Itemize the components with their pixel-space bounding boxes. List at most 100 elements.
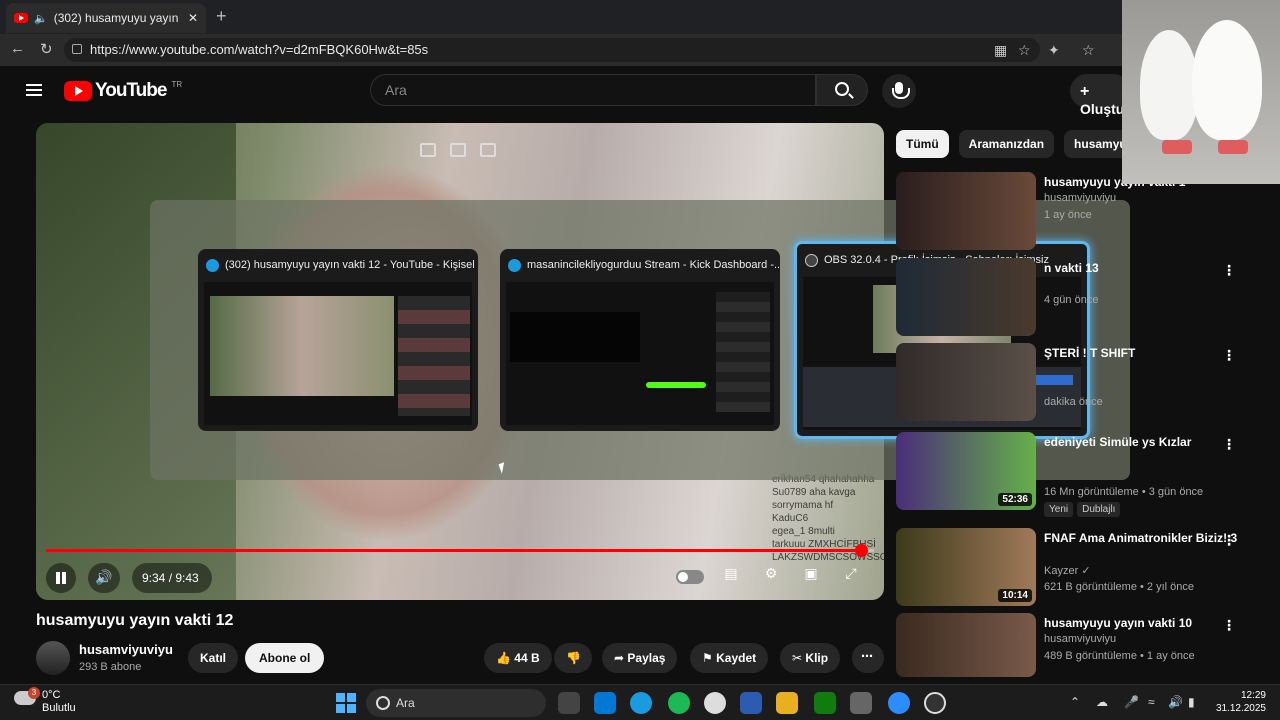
switcher-window-youtube[interactable]: (302) husamyuyu yayın vakti 12 - YouTube… [198, 249, 478, 431]
create-button[interactable]: + Oluştur [1070, 74, 1130, 117]
pause-button[interactable] [46, 563, 76, 593]
recommendation-item[interactable]: n vakti 13 4 gün önce ⋮ [896, 258, 1266, 338]
recommendation-item[interactable]: 52:36 edeniyeti Simüle ys Kızlar 16 Mn g… [896, 432, 1266, 518]
rec-title[interactable]: edeniyeti Simüle ys Kızlar [1044, 434, 1238, 450]
edge-icon[interactable] [630, 692, 652, 714]
favorite-star-icon[interactable]: ☆ [1018, 42, 1031, 59]
more-options-icon[interactable]: ⋮ [1222, 532, 1236, 549]
wifi-icon[interactable]: ≈ [1148, 695, 1155, 709]
recommendation-item[interactable]: husamyuyu yayın vakti 1 husamviyuviyu 1 … [896, 172, 1266, 252]
like-button[interactable]: 👍 44 B [484, 643, 552, 673]
search-button[interactable] [816, 74, 868, 106]
progress-bar[interactable] [46, 544, 874, 557]
more-options-icon[interactable]: ⋮ [1222, 436, 1236, 453]
store-icon[interactable] [594, 692, 616, 714]
filter-chips: Tümü Aramanızdan husamyuyu [896, 130, 1151, 158]
system-clock[interactable]: 12:29 31.12.2025 [1210, 689, 1266, 715]
join-button[interactable]: Katıl [188, 643, 239, 673]
search-input[interactable]: Ara [370, 74, 816, 106]
menu-icon[interactable] [26, 84, 42, 96]
dislike-button[interactable]: 👎 [554, 643, 592, 673]
obs-icon[interactable] [924, 692, 946, 714]
new-badge: Yeni [1044, 502, 1074, 517]
clip-button[interactable]: ✂ Klip [780, 643, 841, 673]
logo-text: YouTube [95, 80, 167, 101]
more-options-icon[interactable]: ⋮ [1222, 347, 1236, 364]
zoom-icon[interactable] [888, 692, 910, 714]
more-actions-button[interactable]: ⋯ [852, 643, 884, 673]
task-view-icon[interactable] [558, 692, 580, 714]
switcher-window-kick[interactable]: masanincilekliyogurduu Stream - Kick Das… [500, 249, 780, 431]
save-button[interactable]: ⚑ Kaydet [690, 643, 769, 673]
rec-title[interactable]: ŞTERİ ! T SHIFT [1044, 345, 1238, 361]
volume-icon[interactable]: 🔊 [1168, 695, 1183, 709]
camera-icon[interactable] [850, 692, 872, 714]
speaker-icon[interactable]: 🔈 [34, 12, 48, 25]
browser-tab[interactable]: 🔈 (302) husamyuyu yayın vakti 12 ✕ [6, 3, 206, 33]
video-thumbnail[interactable] [896, 172, 1036, 250]
xbox-icon[interactable] [814, 692, 836, 714]
rec-channel[interactable]: husamviyuviyu [1044, 633, 1116, 645]
fullscreen-icon[interactable]: ⤢ [838, 565, 864, 591]
back-icon[interactable]: ← [10, 40, 25, 57]
thumbs-down-icon: 👎 [566, 651, 581, 665]
share-button[interactable]: ➦ Paylaş [602, 643, 678, 673]
video-thumbnail[interactable]: 52:36 [896, 432, 1036, 510]
browser-tab-title: (302) husamyuyu yayın vakti 12 [53, 11, 182, 25]
video-thumbnail[interactable] [896, 258, 1036, 336]
channel-name[interactable]: husamviyuviyu [79, 642, 173, 657]
file-explorer-icon[interactable] [776, 692, 798, 714]
site-info-icon[interactable] [72, 44, 82, 54]
start-windows-icon[interactable] [336, 693, 356, 713]
close-tab-icon[interactable]: ✕ [188, 11, 198, 25]
more-options-icon[interactable]: ⋮ [1222, 262, 1236, 279]
video-thumbnail[interactable] [896, 343, 1036, 421]
miniplayer-icon[interactable]: ▣ [798, 565, 824, 591]
recommendation-item[interactable]: ŞTERİ ! T SHIFT dakika önce ⋮ [896, 343, 1266, 423]
chatgpt-icon[interactable] [704, 692, 726, 714]
video-thumbnail[interactable] [896, 613, 1036, 677]
rec-title[interactable]: husamyuyu yayın vakti 10 [1044, 615, 1238, 631]
dubbed-badge: Dublajlı [1077, 502, 1121, 517]
snap-center-icon[interactable] [450, 143, 466, 157]
weather-desc: Bulutlu [42, 702, 76, 714]
microphone-icon[interactable]: 🎤 [1124, 695, 1139, 709]
snap-left-icon[interactable] [420, 143, 436, 157]
settings-gear-icon[interactable]: ⚙ [758, 565, 784, 591]
recommendation-item[interactable]: 10:14 FNAF Ama Animatronikler Biziz! 3 K… [896, 528, 1266, 608]
app-icon[interactable]: ▦ [994, 42, 1007, 59]
snap-edit-icon[interactable] [480, 143, 496, 157]
rec-channel[interactable]: husamviyuviyu [1044, 192, 1116, 204]
defender-icon[interactable] [740, 692, 762, 714]
rec-meta: 1 ay önce [1044, 209, 1092, 221]
recommendation-item[interactable]: husamyuyu yayın vakti 10 husamviyuviyu 4… [896, 613, 1266, 693]
rec-channel[interactable]: Kayzer ✓ [1044, 564, 1091, 577]
autoplay-toggle[interactable] [676, 570, 704, 584]
volume-button[interactable]: 🔊 [88, 563, 120, 593]
onedrive-cloud-icon[interactable]: ☁ [1096, 695, 1108, 709]
rec-title[interactable]: n vakti 13 [1044, 260, 1238, 276]
video-thumbnail[interactable]: 10:14 [896, 528, 1036, 606]
verified-icon: ✓ [1081, 565, 1091, 577]
show-hidden-icons[interactable]: ⌃ [1070, 695, 1080, 709]
taskbar-search[interactable]: Ara [366, 689, 546, 717]
subtitles-icon[interactable]: ▤ [718, 565, 744, 591]
clock-time: 12:29 [1240, 690, 1266, 701]
more-options-icon[interactable]: ⋮ [1222, 617, 1236, 634]
progress-scrubber[interactable] [854, 544, 868, 557]
battery-icon[interactable]: ▮ [1188, 695, 1195, 709]
collections-icon[interactable]: ☆ [1082, 42, 1095, 59]
reload-icon[interactable]: ↻ [40, 40, 53, 58]
new-tab-button[interactable]: + [216, 6, 227, 27]
voice-search-icon[interactable] [882, 74, 916, 108]
scrollbar[interactable] [1266, 180, 1272, 670]
chip-from-search[interactable]: Aramanızdan [958, 130, 1055, 158]
rec-title[interactable]: FNAF Ama Animatronikler Biziz! 3 [1044, 530, 1238, 546]
address-input[interactable]: https://www.youtube.com/watch?v=d2mFBQK6… [64, 38, 1040, 62]
youtube-logo[interactable]: YouTube TR [64, 80, 182, 102]
subscribe-button[interactable]: Abone ol [245, 643, 325, 673]
extensions-icon[interactable]: ✦ [1048, 42, 1060, 59]
channel-avatar[interactable] [36, 641, 70, 675]
chip-all[interactable]: Tümü [896, 130, 949, 158]
spotify-icon[interactable] [668, 692, 690, 714]
